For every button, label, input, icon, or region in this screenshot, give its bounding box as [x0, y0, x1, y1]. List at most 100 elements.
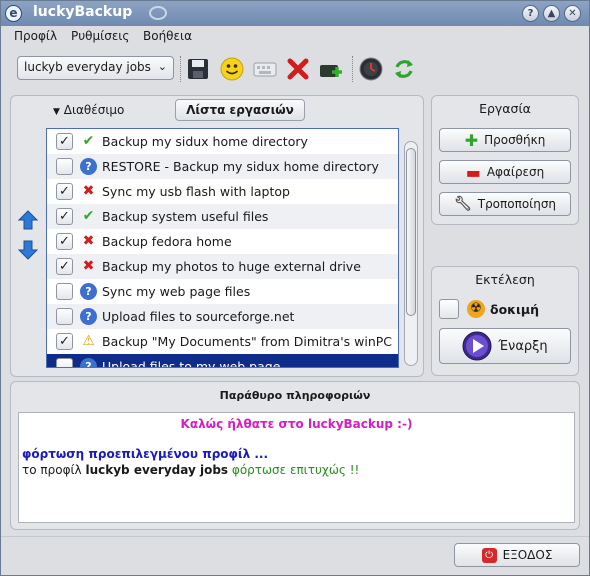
- triangle-down-icon: ▼: [53, 107, 60, 117]
- task-checkbox[interactable]: ✓: [56, 233, 73, 250]
- task-row[interactable]: ✓ ⚠ Backup "My Documents" from Dimitra's…: [47, 329, 398, 354]
- run-group-title: Εκτέλεση: [475, 272, 535, 287]
- task-label: Upload files to sourceforge.net: [102, 309, 295, 324]
- status-ok-icon: ✔: [82, 133, 95, 149]
- arrow-up-icon: [17, 210, 39, 230]
- window-title: luckyBackup: [33, 4, 133, 20]
- task-checkbox[interactable]: ✓: [56, 258, 73, 275]
- add-tray-button[interactable]: [316, 54, 346, 84]
- status-fail-icon: ✖: [82, 258, 95, 274]
- remove-task-button[interactable]: ▬ Αφαίρεση: [439, 160, 571, 184]
- task-label: Backup my sidux home directory: [102, 134, 308, 149]
- toolbar-separator-2: [352, 56, 354, 82]
- task-row[interactable]: ✓ ✖ Backup my photos to huge external dr…: [47, 254, 398, 279]
- status-unknown-icon: ?: [80, 158, 97, 175]
- app-icon[interactable]: e: [5, 5, 22, 22]
- clock-icon: [359, 57, 383, 81]
- task-row-selected[interactable]: ? Upload files to my web page: [47, 354, 398, 368]
- main-window: e luckyBackup ? ▲ ✕ Προφίλ Ρυθμίσεις Βοή…: [0, 0, 590, 576]
- task-label: Upload files to my web page: [102, 359, 281, 368]
- status-unknown-icon: ?: [80, 283, 97, 300]
- close-window-icon[interactable]: ✕: [564, 5, 581, 22]
- start-button[interactable]: Έναρξη: [439, 328, 571, 364]
- exit-label: ΕΞΟΔΟΣ: [502, 548, 553, 562]
- refresh-button[interactable]: [389, 54, 419, 84]
- task-list[interactable]: ✓ ✔ Backup my sidux home directory ? RES…: [46, 128, 399, 368]
- arrow-down-icon: [17, 240, 39, 260]
- radiation-icon: ☢: [467, 300, 485, 318]
- tab-available-label: Διαθέσιμο: [63, 103, 125, 117]
- task-checkbox[interactable]: [56, 358, 73, 367]
- task-checkbox[interactable]: ✓: [56, 133, 73, 150]
- result-suffix: φόρτωσε επιτυχώς !!: [231, 463, 360, 477]
- title-decoration-icon: [149, 6, 167, 20]
- task-label: Backup fedora home: [102, 234, 232, 249]
- task-checkbox[interactable]: ✓: [56, 208, 73, 225]
- keyboard-icon: [253, 62, 277, 77]
- task-list-scrollbar[interactable]: [404, 141, 418, 366]
- info-text-area[interactable]: Καλώς ήλθατε στο luckyBackup :-) φόρτωση…: [18, 412, 575, 523]
- status-unknown-icon: ?: [80, 358, 97, 367]
- wrench-icon: 🔧︎: [453, 196, 472, 212]
- title-bar[interactable]: e luckyBackup ? ▲ ✕: [1, 1, 589, 26]
- result-prefix: το προφίλ: [22, 463, 82, 477]
- chevron-down-icon: ⌄: [157, 60, 167, 73]
- task-checkbox[interactable]: ✓: [56, 333, 73, 350]
- profile-select-value: luckyb everyday jobs: [24, 60, 151, 74]
- smiley-icon: [220, 57, 244, 81]
- task-row[interactable]: ? Sync my web page files: [47, 279, 398, 304]
- task-checkbox[interactable]: ✓: [56, 183, 73, 200]
- move-down-button[interactable]: [17, 239, 39, 261]
- task-row[interactable]: ? Upload files to sourceforge.net: [47, 304, 398, 329]
- task-label: RESTORE - Backup my sidux home directory: [102, 159, 379, 174]
- delete-button[interactable]: [283, 54, 313, 84]
- task-row[interactable]: ? RESTORE - Backup my sidux home directo…: [47, 154, 398, 179]
- maximize-window-icon[interactable]: ▲: [543, 5, 560, 22]
- plus-icon: ✚: [464, 130, 479, 150]
- add-task-button[interactable]: ✚ Προσθήκη: [439, 128, 571, 152]
- dry-run-checkbox[interactable]: [439, 299, 459, 319]
- toolbar-separator: [180, 56, 182, 82]
- task-checkbox[interactable]: [56, 283, 73, 300]
- task-row[interactable]: ✓ ✖ Sync my usb flash with laptop: [47, 179, 398, 204]
- menu-help[interactable]: Βοήθεια: [143, 29, 192, 43]
- task-row[interactable]: ✓ ✖ Backup fedora home: [47, 229, 398, 254]
- minus-icon: ▬: [465, 162, 481, 182]
- add-task-label: Προσθήκη: [484, 133, 546, 147]
- info-window-title: Παράθυρο πληροφοριών: [219, 389, 371, 402]
- result-message: το προφίλ luckyb everyday jobs φόρτωσε ε…: [22, 463, 359, 477]
- task-row[interactable]: ✓ ✔ Backup my sidux home directory: [47, 129, 398, 154]
- status-ok-icon: ✔: [82, 208, 95, 224]
- save-button[interactable]: [183, 54, 213, 84]
- tab-available[interactable]: ▼ Διαθέσιμο: [53, 103, 124, 117]
- task-label: Backup "My Documents" from Dimitra's win…: [102, 334, 393, 349]
- schedule-button[interactable]: [356, 54, 386, 84]
- scrollbar-thumb[interactable]: [406, 148, 416, 316]
- status-unknown-icon: ?: [80, 308, 97, 325]
- task-label: Backup system useful files: [102, 209, 269, 224]
- menu-profile[interactable]: Προφίλ: [14, 29, 57, 43]
- task-checkbox[interactable]: [56, 158, 73, 175]
- delete-icon: [287, 58, 309, 80]
- status-warning-icon: ⚠: [82, 333, 95, 349]
- profile-select[interactable]: luckyb everyday jobs ⌄: [17, 56, 174, 80]
- task-label: Sync my usb flash with laptop: [102, 184, 290, 199]
- power-icon: ⏻: [481, 547, 497, 563]
- task-checkbox[interactable]: [56, 308, 73, 325]
- modify-task-button[interactable]: 🔧︎ Τροποποίηση: [439, 192, 571, 216]
- task-label: Backup my photos to huge external drive: [102, 259, 361, 274]
- help-window-icon[interactable]: ?: [522, 5, 539, 22]
- result-profile-name: luckyb everyday jobs: [85, 463, 229, 477]
- loading-message: φόρτωση προεπιλεγμένου προφίλ ...: [22, 447, 269, 461]
- task-row[interactable]: ✓ ✔ Backup system useful files: [47, 204, 398, 229]
- task-label: Sync my web page files: [102, 284, 251, 299]
- task-actions-title: Εργασία: [479, 101, 531, 116]
- tab-task-list[interactable]: Λίστα εργασιών: [175, 99, 305, 121]
- keyboard-button[interactable]: [250, 54, 280, 84]
- smiley-button[interactable]: [217, 54, 247, 84]
- move-up-button[interactable]: [17, 209, 39, 231]
- remove-task-label: Αφαίρεση: [486, 165, 545, 179]
- start-label: Έναρξη: [498, 338, 548, 354]
- exit-button[interactable]: ⏻ ΕΞΟΔΟΣ: [454, 543, 580, 567]
- menu-settings[interactable]: Ρυθμίσεις: [71, 29, 129, 43]
